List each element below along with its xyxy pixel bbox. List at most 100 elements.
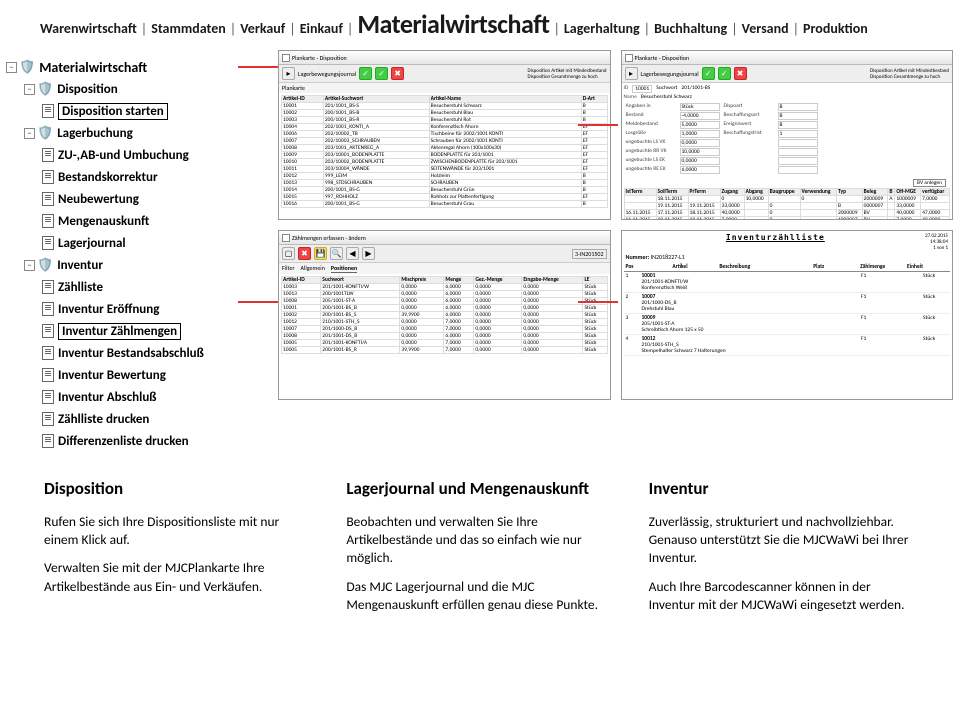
tree-item[interactable]: Neubewertung (58, 192, 139, 207)
document-icon (42, 368, 54, 382)
window-icon (282, 54, 290, 62)
col-text: Das MJC Lagerjournal und die MJC Mengena… (346, 578, 612, 614)
article-table[interactable]: Artikel-IDArtikel-SuchwortArtikel-NameD-… (281, 95, 608, 208)
window-title: Zählmengen erfassen - ändern (292, 234, 366, 242)
col-heading: Lagerjournal und Mengenauskunft (346, 478, 612, 499)
window-icon (282, 234, 290, 242)
tree-item[interactable]: Differenzenliste drucken (58, 434, 189, 449)
delete-icon[interactable]: ✖ (298, 247, 311, 260)
tab[interactable]: Filter (282, 264, 295, 273)
toolbar-icon[interactable]: ▸ (625, 67, 638, 80)
screenshot-plankarte-list: Plankarte - Disposition ▸ Lagerbewegungs… (278, 50, 611, 220)
tree-item[interactable]: Bestandskorrektur (58, 170, 158, 185)
tree-item[interactable]: Zählliste (58, 280, 103, 295)
nav-item[interactable]: Produktion (803, 20, 868, 37)
col-lagerjournal: Lagerjournal und Mengenauskunft Beobacht… (346, 478, 612, 624)
journal-label: Lagerbewegungsjournal (641, 70, 699, 78)
count-table[interactable]: Artikel-IDSuchwortMischpreisMengeGez.-Me… (281, 276, 608, 354)
nav-item[interactable]: Buchhaltung (654, 20, 727, 37)
collapse-icon[interactable]: − (24, 128, 35, 139)
check-icon[interactable]: ✓ (718, 67, 731, 80)
document-icon (42, 434, 54, 448)
document-number-field[interactable]: 3-IN201502 (572, 249, 607, 259)
prev-icon[interactable]: ◀ (346, 247, 359, 260)
document-icon (42, 280, 54, 294)
nav-item[interactable]: Lagerhaltung (564, 20, 640, 37)
tree-item[interactable]: Zählliste drucken (58, 412, 149, 427)
col-heading: Inventur (649, 478, 915, 499)
nav-item[interactable]: Einkauf (300, 20, 343, 37)
stop-icon[interactable]: ✖ (734, 67, 747, 80)
col-text: Rufen Sie sich Ihre Dispositionsliste mi… (44, 513, 310, 549)
document-icon (42, 148, 54, 162)
document-icon (42, 214, 54, 228)
document-icon (42, 236, 54, 250)
col-text: Verwalten Sie mit der MJCPlankarte Ihre … (44, 559, 310, 595)
stop-icon[interactable]: ✖ (391, 67, 404, 80)
col-disposition: Disposition Rufen Sie sich Ihre Disposit… (44, 478, 310, 624)
col-text: Zuverlässig, strukturiert und nachvollzi… (649, 513, 915, 568)
journal-label: Lagerbewegungsjournal (298, 70, 356, 78)
report-title: Inventurzählliste (726, 233, 825, 251)
tree-group[interactable]: Inventur (57, 258, 103, 273)
screenshots-area: Plankarte - Disposition ▸ Lagerbewegungs… (278, 46, 953, 452)
tree-item[interactable]: Mengenauskunft (58, 214, 149, 229)
nav-item[interactable]: Verkauf (240, 20, 285, 37)
document-icon (42, 324, 54, 338)
col-heading: Disposition (44, 478, 310, 499)
tree-root[interactable]: Materialwirtschaft (39, 59, 147, 76)
shield-icon: 🛡️ (37, 126, 53, 141)
document-icon (42, 390, 54, 404)
tab-label[interactable]: Plankarte (282, 84, 305, 92)
tree-item[interactable]: Lagerjournal (58, 236, 126, 251)
shield-icon: 🛡️ (37, 82, 53, 97)
collapse-icon[interactable]: − (6, 62, 17, 73)
tree-item[interactable]: ZU-,AB-und Umbuchung (58, 148, 189, 163)
nav-item[interactable]: Stammdaten (151, 20, 226, 37)
toolbar-icon[interactable]: ▸ (282, 67, 295, 80)
collapse-icon[interactable]: − (24, 260, 35, 271)
shield-icon: 🛡️ (19, 60, 35, 75)
top-nav: Warenwirtschaft| Stammdaten| Verkauf| Ei… (0, 0, 959, 46)
tab-active[interactable]: Positionen (331, 264, 357, 273)
tree-item[interactable]: Inventur Eröffnung (58, 302, 159, 317)
check-icon[interactable]: ✓ (375, 67, 388, 80)
col-text: Beobachten und verwalten Sie Ihre Artike… (346, 513, 612, 568)
document-icon (42, 170, 54, 184)
tree-item[interactable]: Inventur Bestandsabschluß (58, 346, 204, 361)
col-inventur: Inventur Zuverlässig, strukturiert und n… (649, 478, 915, 624)
nav-item[interactable]: Versand (742, 20, 789, 37)
collapse-icon[interactable]: − (24, 84, 35, 95)
save-icon[interactable]: 💾 (314, 247, 327, 260)
next-icon[interactable]: ▶ (362, 247, 375, 260)
tab[interactable]: Allgemein (301, 264, 325, 273)
document-icon (42, 302, 54, 316)
report-meta: 27.02.201514:38:041 von 1 (925, 233, 948, 251)
stock-form: Angaben inStückDispoartBBestand-4,0000Be… (624, 101, 951, 176)
tree-item[interactable]: Inventur Abschluß (58, 390, 157, 405)
tree-group[interactable]: Disposition (57, 82, 118, 97)
document-icon (42, 412, 54, 426)
movement-table[interactable]: IstTermSollTermPrTermZugangAbgangBaugrup… (624, 188, 951, 219)
nav-item-active[interactable]: Materialwirtschaft (357, 8, 549, 40)
hint-text: Disposition Artikel mit MindestbestandDi… (528, 68, 607, 80)
screenshot-zaehlliste-print: Inventurzählliste 27.02.201514:38:041 vo… (621, 230, 954, 400)
hint-text: Disposition Artikel mit MindestbestandDi… (870, 68, 949, 80)
document-icon (42, 346, 54, 360)
tree-item[interactable]: Inventur Zählmengen (58, 323, 181, 340)
window-title: Plankarte - Disposition (635, 54, 690, 62)
module-tree: −🛡️Materialwirtschaft −🛡️Disposition Dis… (6, 46, 266, 452)
document-icon (42, 104, 54, 118)
tree-item[interactable]: Disposition starten (58, 103, 168, 120)
check-icon[interactable]: ✓ (359, 67, 372, 80)
search-icon[interactable]: 🔍 (330, 247, 343, 260)
create-bv-button[interactable]: BV anlegen (913, 179, 946, 187)
new-icon[interactable]: ▢ (282, 247, 295, 260)
check-icon[interactable]: ✓ (702, 67, 715, 80)
col-text: Auch Ihre Barcodescanner können in der I… (649, 578, 915, 614)
shield-icon: 🛡️ (37, 258, 53, 273)
tree-item[interactable]: Inventur Bewertung (58, 368, 166, 383)
tree-group[interactable]: Lagerbuchung (57, 126, 133, 141)
nav-item[interactable]: Warenwirtschaft (40, 20, 137, 37)
window-icon (625, 54, 633, 62)
